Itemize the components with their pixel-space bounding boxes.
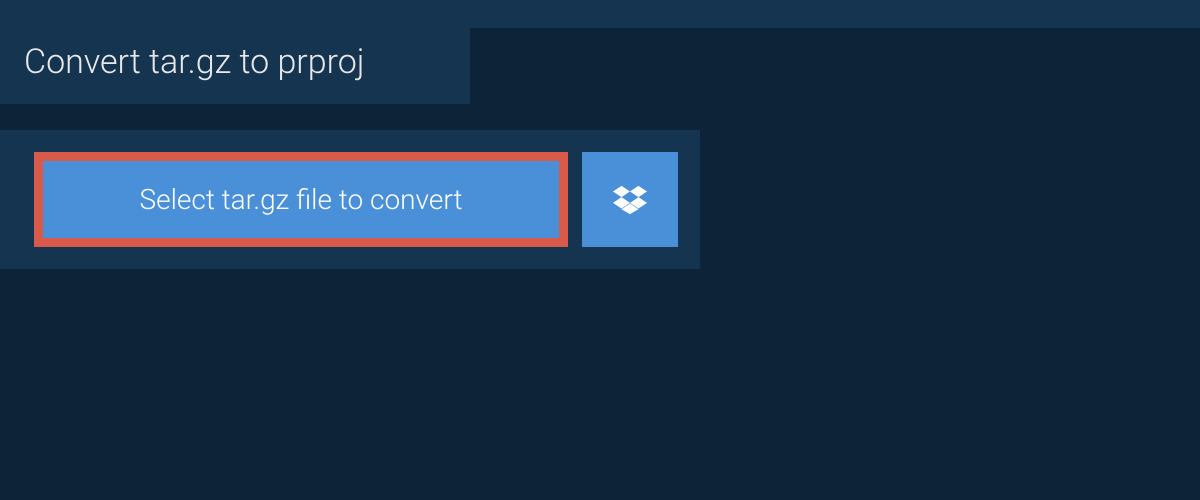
dropbox-icon (613, 183, 647, 217)
page-title: Convert tar.gz to prproj (24, 42, 446, 82)
upload-panel: Select tar.gz file to convert (0, 130, 700, 269)
select-file-label: Select tar.gz file to convert (140, 183, 463, 216)
top-strip (0, 0, 1200, 28)
dropbox-button[interactable] (582, 152, 678, 247)
page-header: Convert tar.gz to prproj (0, 28, 470, 104)
select-file-button[interactable]: Select tar.gz file to convert (34, 152, 568, 247)
